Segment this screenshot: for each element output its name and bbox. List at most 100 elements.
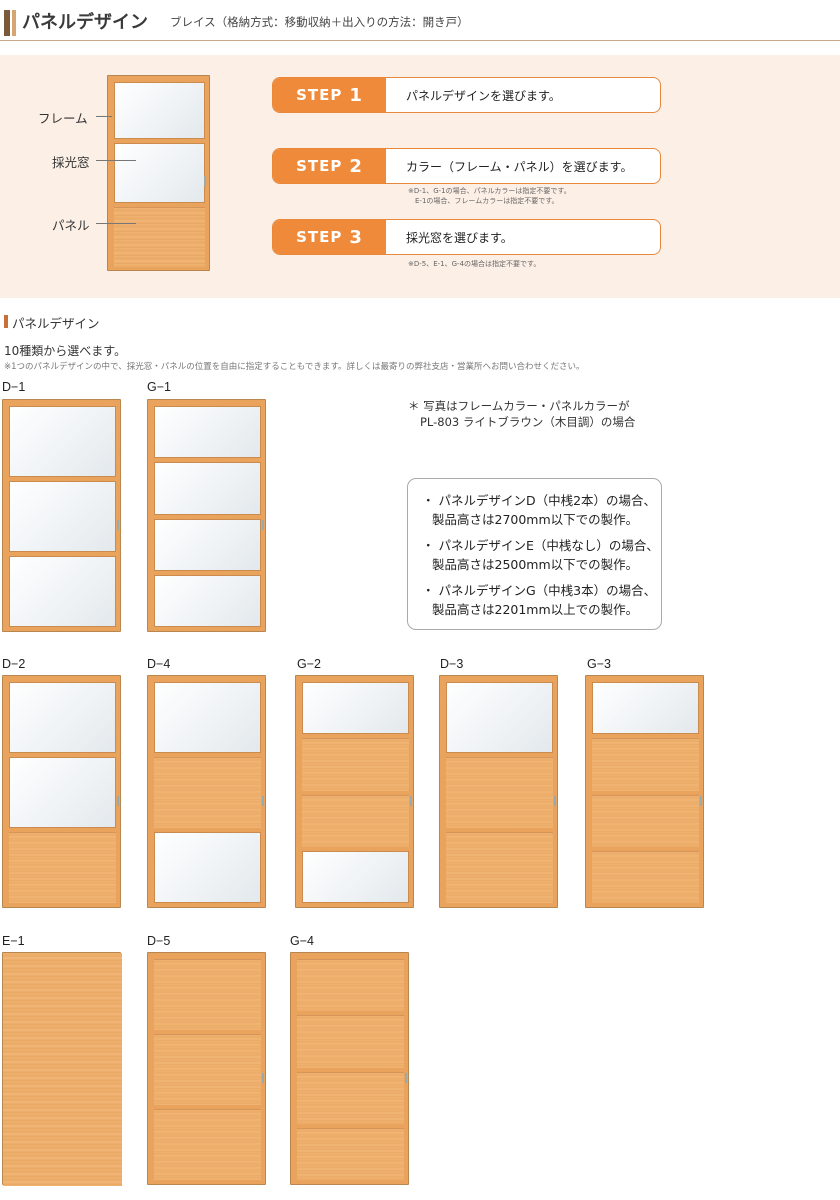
- step-3-text: 採光窓を選びます。: [406, 231, 513, 245]
- wood-panel-g-3-4: [592, 850, 699, 903]
- design-door-g-1: [147, 399, 266, 632]
- step-1-badge: STEP 1: [273, 78, 386, 112]
- glass-window-g-1-4: [154, 574, 261, 627]
- height-notes-box: ・ パネルデザインD（中桟2本）の場合、 製品高さは2700mm以下での製作。 …: [407, 478, 662, 630]
- door-handle-icon: [262, 519, 264, 530]
- wood-panel-g-3-2: [592, 738, 699, 791]
- page-subtitle: ブレイス（格納方式：移動収納＋出入りの方法：開き戸）: [170, 15, 469, 29]
- design-label-g-1: G−1: [147, 380, 171, 394]
- wood-panel-g-4-3: [297, 1071, 404, 1124]
- label-panel: パネル: [52, 218, 90, 233]
- label-frame: フレーム: [38, 111, 88, 126]
- header-divider: [0, 40, 840, 41]
- wood-panel-d-3-2: [446, 757, 553, 828]
- glass-window-g-2-4: [302, 850, 409, 903]
- design-door-d-5: [147, 952, 266, 1185]
- door-handle-icon: [262, 795, 264, 806]
- step-2-text: カラー（フレーム・パネル）を選びます。: [406, 160, 633, 174]
- leader-frame: [96, 116, 112, 117]
- door-handle-icon: [700, 795, 702, 806]
- leader-panel: [96, 223, 136, 224]
- glass-window-g-3-1: [592, 682, 699, 735]
- section-accent: [4, 315, 8, 328]
- step-3-badge: STEP 3: [273, 220, 386, 254]
- wood-panel-g-2-3: [302, 794, 409, 847]
- wood-panel-d-5-1: [154, 959, 261, 1030]
- note-item-e: ・ パネルデザインE（中桟なし）の場合、 製品高さは2500mm以下での製作。: [422, 538, 659, 572]
- design-door-d-1: [2, 399, 121, 632]
- wood-panel-g-4-1: [297, 959, 404, 1012]
- design-door-d-2: [2, 675, 121, 908]
- wood-panel-g-3-3: [592, 794, 699, 847]
- page-header: パネルデザイン ブレイス（格納方式：移動収納＋出入りの方法：開き戸）: [0, 0, 840, 42]
- header-accent-dark: [4, 10, 10, 36]
- example-door: [107, 75, 210, 271]
- page-title: パネルデザイン: [22, 12, 148, 33]
- design-label-d-4: D−4: [147, 657, 171, 671]
- step-1-text: パネルデザインを選びます。: [406, 89, 561, 103]
- glass-window-g-1-1: [154, 406, 261, 459]
- section-note: ※1つのパネルデザインの中で、採光窓・パネルの位置を自由に指定することもできます…: [4, 362, 585, 372]
- wood-panel-g-2-2: [302, 738, 409, 791]
- glass-window-d-3-1: [446, 682, 553, 753]
- design-label-g-2: G−2: [297, 657, 321, 671]
- section-title: パネルデザイン: [12, 316, 100, 331]
- design-door-d-3: [439, 675, 558, 908]
- photo-note-line-1: ＊ 写真はフレームカラー・パネルカラーが: [408, 399, 630, 413]
- door-handle-icon: [262, 1072, 264, 1083]
- wood-panel-e-1-1: [3, 953, 122, 1186]
- step-3-note-1: ※D-5、E-1、G-4の場合は指定不要です。: [408, 260, 541, 268]
- design-label-d-1: D−1: [2, 380, 26, 394]
- door-handle-icon: [117, 795, 119, 806]
- glass-window-d-4-3: [154, 832, 261, 903]
- step-2-note-2: E-1の場合、フレームカラーは指定不要です。: [415, 197, 559, 205]
- leader-light-window: [96, 160, 136, 161]
- door-handle-icon: [410, 795, 412, 806]
- glass-window-d-1-1: [9, 406, 116, 477]
- design-door-e-1: [2, 952, 122, 1186]
- design-label-d-3: D−3: [440, 657, 464, 671]
- glass-window-d-2-1: [9, 682, 116, 753]
- design-door-g-4: [290, 952, 409, 1185]
- design-label-g-3: G−3: [587, 657, 611, 671]
- design-label-e-1: E−1: [2, 934, 25, 948]
- step-3: STEP 3 採光窓を選びます。: [272, 219, 661, 255]
- note-item-g: ・ パネルデザインG（中桟3本）の場合、 製品高さは2201mm以上での製作。: [422, 583, 657, 617]
- step-2: STEP 2 カラー（フレーム・パネル）を選びます。: [272, 148, 661, 184]
- glass-window-d-1-2: [9, 481, 116, 552]
- step-2-badge: STEP 2: [273, 149, 386, 183]
- photo-note: ＊ 写真はフレームカラー・パネルカラーが PL-803 ライトブラウン（木目調）…: [408, 398, 635, 430]
- example-glass-top: [114, 82, 205, 139]
- glass-window-d-4-1: [154, 682, 261, 753]
- glass-window-g-1-3: [154, 518, 261, 571]
- door-handle-icon: [117, 519, 119, 530]
- glass-window-g-2-1: [302, 682, 409, 735]
- design-door-d-4: [147, 675, 266, 908]
- design-label-g-4: G−4: [290, 934, 314, 948]
- wood-panel-d-3-3: [446, 832, 553, 903]
- step-1: STEP 1 パネルデザインを選びます。: [272, 77, 661, 113]
- wood-panel-d-2-3: [9, 832, 116, 903]
- note-item-d: ・ パネルデザインD（中桟2本）の場合、 製品高さは2700mm以下での製作。: [422, 493, 657, 527]
- door-handle-icon: [405, 1072, 407, 1083]
- design-door-g-3: [585, 675, 704, 908]
- example-panel-bottom: [114, 207, 205, 267]
- wood-panel-g-4-2: [297, 1015, 404, 1068]
- glass-window-d-2-2: [9, 757, 116, 828]
- step-2-note-1: ※D-1、G-1の場合、パネルカラーは指定不要です。: [408, 187, 571, 195]
- design-label-d-2: D−2: [2, 657, 26, 671]
- photo-note-line-2: PL-803 ライトブラウン（木目調）の場合: [420, 415, 636, 429]
- intro-panel: フレーム 採光窓 パネル STEP 1 パネルデザインを選びます。 STEP 2 カ…: [0, 55, 840, 298]
- example-glass-middle: [114, 143, 205, 203]
- wood-panel-d-5-3: [154, 1109, 261, 1180]
- door-handle-icon: [554, 795, 556, 806]
- section-description: 10種類から選べます。: [4, 344, 127, 358]
- glass-window-d-1-3: [9, 556, 116, 627]
- label-light-window: 採光窓: [52, 155, 90, 170]
- glass-window-g-1-2: [154, 462, 261, 515]
- header-accent-light: [12, 10, 16, 36]
- wood-panel-d-5-2: [154, 1034, 261, 1105]
- wood-panel-g-4-4: [297, 1127, 404, 1180]
- door-handle-icon: [204, 176, 206, 186]
- wood-panel-d-4-2: [154, 757, 261, 828]
